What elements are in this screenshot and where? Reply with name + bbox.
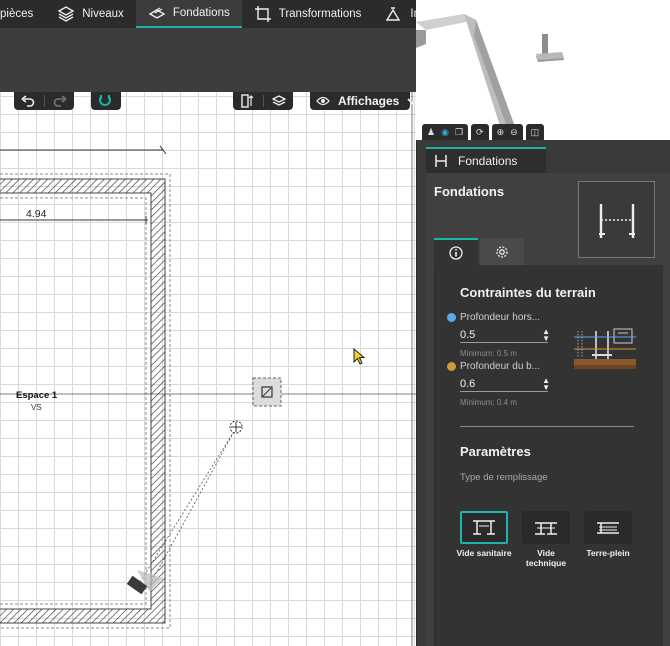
- room-name[interactable]: Espace 1: [16, 390, 57, 401]
- tab-niveaux[interactable]: Niveaux: [45, 0, 136, 28]
- magnet-icon[interactable]: [97, 94, 113, 108]
- solid-ground-icon: [597, 521, 619, 534]
- frost-depth-hint: Minimum: 0.5 m: [460, 349, 517, 358]
- fill-vide-sanitaire-button[interactable]: [460, 511, 508, 544]
- bearing-depth-value: 0.6: [460, 377, 476, 390]
- transform-icon: [254, 6, 271, 22]
- params-title: Paramètres: [460, 444, 531, 459]
- view-tools-group: [233, 92, 293, 110]
- fill-terre-plein-label: Terre-plein: [586, 548, 630, 558]
- plan-canvas[interactable]: 4.94 Espace 1 VS Affichages: [0, 92, 417, 646]
- bearing-depth-input[interactable]: 0.6 ▲ ▼: [460, 376, 550, 392]
- zoom-out-icon[interactable]: ⊖: [510, 127, 518, 138]
- tab-transformations[interactable]: Transformations: [242, 0, 374, 28]
- elevation-icon[interactable]: [239, 94, 255, 108]
- frost-depth-input[interactable]: 0.5 ▲ ▼: [460, 327, 550, 343]
- tab-label: Fondations: [172, 7, 230, 19]
- crawl-space-icon: [473, 519, 495, 535]
- foundation-section-icon: [435, 155, 447, 167]
- tab-label: Transformations: [278, 8, 362, 20]
- orbit-icon[interactable]: ◉: [441, 127, 449, 138]
- undo-icon[interactable]: [20, 95, 36, 107]
- bearing-depth-hint: Minimum: 0.4 m: [460, 398, 517, 407]
- tab-fondations[interactable]: Fondations: [135, 0, 242, 28]
- secondary-toolbar-area: [0, 28, 416, 92]
- 3d-view-modes: ♟ ◉ ❐: [422, 124, 469, 140]
- person-icon[interactable]: ♟: [427, 127, 435, 138]
- magnet-group: [91, 92, 121, 110]
- tab-settings[interactable]: [480, 238, 524, 265]
- 3d-mouse-group: ◫: [525, 124, 545, 140]
- bearing-depth-label: Profondeur du b...: [447, 361, 540, 372]
- frost-depth-label: Profondeur hors...: [447, 312, 540, 323]
- panel-title: Fondations: [434, 184, 505, 199]
- panel-tab-label: Fondations: [458, 154, 518, 168]
- section-divider: [460, 426, 634, 427]
- room-subtitle: VS: [31, 403, 42, 412]
- foundations-icon: [148, 7, 166, 19]
- dimension-label: 4.94: [26, 208, 47, 220]
- main-menu-bar: pièces Niveaux Fondations Transformation…: [0, 0, 439, 28]
- bearing-depth-label-text: Profondeur du b...: [460, 361, 541, 372]
- 3d-view[interactable]: [416, 0, 670, 140]
- constraints-title: Contraintes du terrain: [460, 285, 596, 300]
- fill-vide-technique-label: Vide technique: [525, 548, 567, 568]
- levels-icon: [57, 6, 75, 22]
- info-content: Contraintes du terrain Profondeur hors..…: [434, 265, 663, 646]
- fill-vide-sanitaire-label: Vide sanitaire: [456, 548, 512, 558]
- panel-subtabs: [434, 238, 524, 265]
- tab-pieces[interactable]: pièces: [0, 0, 45, 28]
- redo-icon[interactable]: [52, 95, 68, 107]
- soil-depth-illustration: [574, 328, 636, 369]
- mouse-icon[interactable]: ◫: [531, 127, 540, 138]
- zoom-in-icon[interactable]: ⊕: [497, 127, 505, 138]
- frost-dot-icon: [447, 313, 456, 322]
- undo-redo-group: [14, 92, 74, 110]
- fill-vide-technique-button[interactable]: [522, 511, 570, 544]
- layers-icon[interactable]: [271, 94, 287, 108]
- mouse-cursor-icon: [353, 348, 366, 365]
- bearing-stepper[interactable]: ▲ ▼: [542, 376, 550, 391]
- bearing-dot-icon: [447, 362, 456, 371]
- display-menu-label: Affichages: [338, 94, 400, 108]
- display-menu[interactable]: Affichages: [310, 92, 417, 110]
- reset-view-icon[interactable]: ⟳: [476, 127, 484, 138]
- technical-void-icon: [535, 521, 557, 535]
- frost-depth-value: 0.5: [460, 328, 476, 341]
- foundation-thumbnail: [578, 181, 655, 258]
- panel-body: Fondations Contraintes du terrain Profon…: [426, 173, 670, 646]
- tab-label: pièces: [0, 8, 34, 20]
- foundation-thumbnail-icon: [598, 203, 635, 238]
- copy-view-icon[interactable]: ❐: [455, 127, 463, 138]
- 3d-reset-group: ⟳: [471, 124, 489, 140]
- floor-plan: [0, 92, 416, 646]
- info-icon: [449, 245, 463, 260]
- app-root: { "menu": { "tabs": [ {"label": "pièces"…: [0, 0, 670, 646]
- tab-label: Niveaux: [82, 8, 124, 20]
- 3d-view-toolbar: ♟ ◉ ❐ ⟳ ⊕ ⊖ ◫: [422, 124, 545, 140]
- tab-info[interactable]: [434, 238, 478, 265]
- 3d-scene: [416, 14, 564, 140]
- tab-fondations-panel[interactable]: Fondations: [426, 147, 546, 173]
- fill-type-label: Type de remplissage: [460, 472, 548, 483]
- fill-terre-plein-button[interactable]: [584, 511, 632, 544]
- gear-icon: [496, 245, 508, 258]
- frost-depth-label-text: Profondeur hors...: [460, 312, 541, 323]
- implantation-icon: [386, 7, 401, 21]
- 3d-zoom-group: ⊕ ⊖: [491, 124, 523, 140]
- frost-stepper[interactable]: ▲ ▼: [542, 327, 550, 342]
- properties-panel: Fondations Fondations Contraintes du ter…: [416, 140, 670, 646]
- eye-icon: [316, 96, 330, 106]
